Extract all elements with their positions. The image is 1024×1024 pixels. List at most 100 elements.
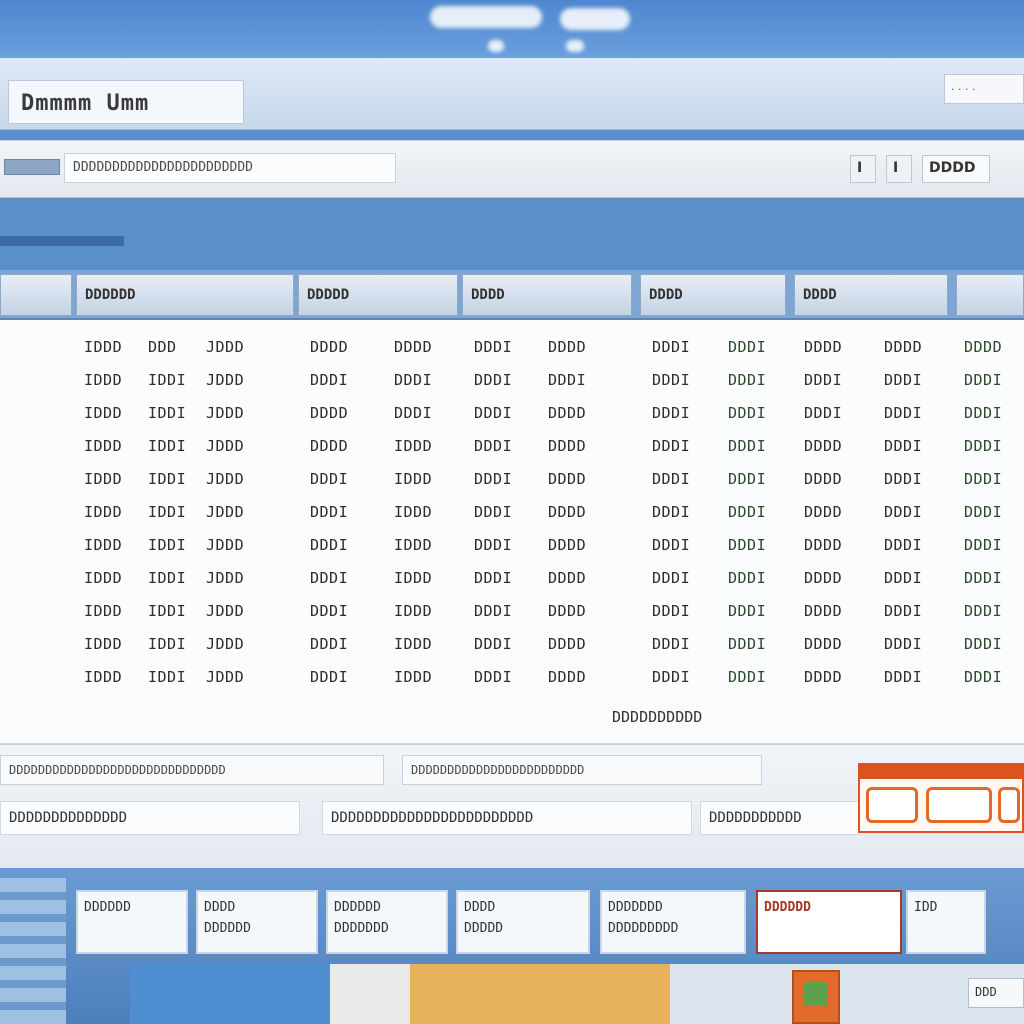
- table-cell: DDDI: [394, 371, 433, 389]
- cloud: [430, 6, 542, 28]
- table-row[interactable]: IDDD IDDI JDDD DDDI IDDD DDDI DDDD DDDI …: [0, 536, 1024, 568]
- table-cell: DDDD: [804, 569, 843, 587]
- column-header[interactable]: DDDD: [640, 274, 786, 316]
- table-row[interactable]: IDDD IDDI JDDD DDDI IDDD DDDI DDDD DDDI …: [0, 635, 1024, 667]
- table-cell: DDDI: [474, 503, 513, 521]
- column-header[interactable]: DDDDD: [298, 274, 458, 316]
- app-tile-icon[interactable]: [926, 787, 992, 823]
- table-cell: IDDD: [394, 602, 433, 620]
- taskbar-item-label: DDDDDD: [764, 900, 811, 915]
- taskbar-item[interactable]: DDDDDD DDDDDDD: [326, 890, 448, 954]
- nav-prev-button[interactable]: I: [850, 155, 876, 183]
- table-row[interactable]: IDDD IDDI JDDD DDDD IDDD DDDI DDDD DDDI …: [0, 437, 1024, 469]
- table-cell: DDDI: [728, 338, 767, 356]
- table-cell: IDDD: [84, 338, 123, 356]
- table-cell: DDDD: [804, 338, 843, 356]
- table-row[interactable]: IDDD IDDI JDDD DDDI IDDD DDDI DDDD DDDI …: [0, 602, 1024, 634]
- table-cell: DDDI: [652, 470, 691, 488]
- tray-button[interactable]: DDD: [968, 978, 1024, 1008]
- nav-next-button[interactable]: I: [886, 155, 912, 183]
- table-cell: DDDI: [728, 635, 767, 653]
- table-row[interactable]: IDDD IDDI JDDD DDDI IDDD DDDI DDDD DDDI …: [0, 503, 1024, 535]
- table-cell: DDDI: [474, 602, 513, 620]
- column-header[interactable]: DDDD: [794, 274, 948, 316]
- table-row[interactable]: IDDD IDDI JDDD DDDI IDDD DDDI DDDD DDDI …: [0, 470, 1024, 502]
- taskbar-item[interactable]: DDDD DDDDDD: [196, 890, 318, 954]
- details-segment[interactable]: DDDDDDDDDDDDDDDDDDDDDDDDDDDDDD: [0, 755, 384, 785]
- taskbar-item[interactable]: IDD: [906, 890, 986, 954]
- table-cell: DDDI: [310, 470, 349, 488]
- taskbar-item[interactable]: DDDD DDDDD: [456, 890, 590, 954]
- details-segment[interactable]: DDDDDDDDDDDDDDDDDDDDDDDD: [402, 755, 762, 785]
- back-icon[interactable]: [4, 159, 60, 175]
- table-cell: IDDI: [148, 404, 187, 422]
- table-cell: IDDD: [84, 536, 123, 554]
- table-cell: DDDI: [964, 404, 1003, 422]
- table-cell: DDDI: [652, 602, 691, 620]
- table-cell: DDDI: [652, 371, 691, 389]
- table-cell: DDDD: [310, 404, 349, 422]
- desktop-preview: DDD: [130, 964, 1024, 1024]
- window-controls[interactable]: · · · ·: [944, 74, 1024, 104]
- table-cell: DDDI: [728, 371, 767, 389]
- app-launcher-icon[interactable]: [792, 970, 840, 1024]
- table-cell: DDDD: [548, 338, 587, 356]
- table-cell: DDDD: [548, 536, 587, 554]
- address-field[interactable]: DDDDDDDDDDDDDDDDDDDDDDD: [64, 153, 396, 183]
- table-cell: DDDI: [964, 635, 1003, 653]
- table-row[interactable]: IDDD IDDI JDDD DDDD DDDI DDDI DDDD DDDI …: [0, 404, 1024, 436]
- app-tile-icon[interactable]: [866, 787, 918, 823]
- table-cell: DDDD: [884, 338, 923, 356]
- table-row[interactable]: IDDD IDDI JDDD DDDI IDDD DDDI DDDD DDDI …: [0, 569, 1024, 601]
- column-header[interactable]: DDDDDD: [76, 274, 294, 316]
- table-cell: DDDI: [728, 503, 767, 521]
- table-cell: DDDI: [652, 503, 691, 521]
- taskbar-item-active[interactable]: DDDDDD: [756, 890, 902, 954]
- cloud: [488, 40, 504, 52]
- notification-card[interactable]: [858, 763, 1024, 833]
- table-cell: JDDD: [206, 470, 245, 488]
- taskbar-item-label: DDDDDD: [334, 900, 381, 915]
- table-cell: DDDI: [652, 404, 691, 422]
- desktop-sky: [0, 0, 1024, 58]
- table-cell: IDDD: [84, 437, 123, 455]
- table-cell: DDDD: [804, 437, 843, 455]
- data-table: IDDD DDD JDDD DDDD DDDD DDDI DDDD DDDI D…: [0, 320, 1024, 744]
- start-area[interactable]: [0, 878, 66, 1024]
- taskbar-item[interactable]: DDDDDDD DDDDDDDDD: [600, 890, 746, 954]
- table-cell: IDDD: [84, 602, 123, 620]
- table-row[interactable]: IDDD IDDI JDDD DDDI DDDI DDDI DDDI DDDI …: [0, 371, 1024, 403]
- table-cell: DDDD: [548, 668, 587, 686]
- table-cell: DDDI: [884, 470, 923, 488]
- table-cell: DDDI: [652, 635, 691, 653]
- table-cell: DDDI: [728, 569, 767, 587]
- table-cell: JDDD: [206, 536, 245, 554]
- table-footer-note: DDDDDDDDDD: [612, 708, 703, 726]
- table-row[interactable]: IDDD IDDI JDDD DDDI IDDD DDDI DDDD DDDI …: [0, 668, 1024, 700]
- table-row[interactable]: IDDD DDD JDDD DDDD DDDD DDDI DDDD DDDI D…: [0, 338, 1024, 370]
- app-tile-icon[interactable]: [998, 787, 1020, 823]
- table-cell: IDDI: [148, 569, 187, 587]
- table-cell: JDDD: [206, 338, 245, 356]
- table-cell: DDDD: [394, 338, 433, 356]
- table-cell: DDDI: [474, 536, 513, 554]
- taskbar-item-label: DDDDDD: [84, 900, 131, 915]
- table-cell: JDDD: [206, 569, 245, 587]
- view-button[interactable]: DDDD: [922, 155, 990, 183]
- table-cell: DDDI: [652, 338, 691, 356]
- table-cell: DDDI: [474, 635, 513, 653]
- table-cell: DDDI: [804, 404, 843, 422]
- taskbar-item[interactable]: DDDDDD: [76, 890, 188, 954]
- taskbar: DDDDDD DDDD DDDDDD DDDDDD DDDDDDD DDDD D…: [0, 868, 1024, 1024]
- column-header-extra[interactable]: [956, 274, 1024, 316]
- table-cell: DDDD: [804, 470, 843, 488]
- table-cell: JDDD: [206, 503, 245, 521]
- table-cell: DDDI: [728, 470, 767, 488]
- column-header[interactable]: DDDD: [462, 274, 632, 316]
- table-cell: JDDD: [206, 371, 245, 389]
- band-marker: [0, 236, 124, 246]
- row-select-header[interactable]: [0, 274, 72, 316]
- table-cell: DDDD: [548, 569, 587, 587]
- desktop-region: [130, 964, 330, 1024]
- table-cell: IDDD: [84, 470, 123, 488]
